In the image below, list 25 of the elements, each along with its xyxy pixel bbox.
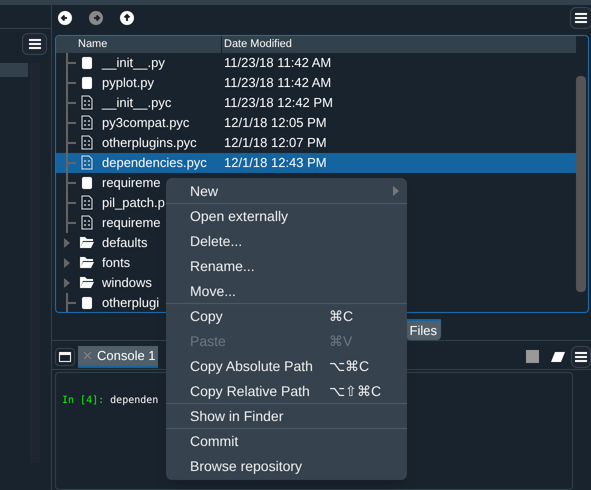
shortcut-label: ⌥⌘C [329, 357, 370, 376]
console-tab-label: Console 1 [97, 346, 156, 365]
shortcut-label: ⌘C [329, 307, 354, 326]
date-modified: 11/23/18 11:42 AM [223, 74, 332, 92]
file-name: otherplugins.pyc [102, 134, 197, 152]
file-name: fonts [102, 254, 130, 272]
console-input-text: dependen [110, 394, 158, 408]
file-name: py3compat.pyc [102, 114, 190, 132]
console-prompt: In [4]: [62, 394, 104, 408]
date-modified: 12/1/18 12:43 PM [223, 154, 327, 172]
file-name: otherplugi [102, 294, 160, 312]
file-name: defaults [102, 234, 148, 252]
file-name: pyplot.py [102, 74, 154, 92]
date-modified: 11/23/18 11:42 AM [223, 54, 332, 72]
file-name: dependencies.pyc [102, 154, 207, 172]
file-name: pil_patch.p [102, 194, 165, 212]
date-modified: 11/23/18 12:42 PM [223, 94, 333, 112]
date-modified: 12/1/18 12:05 PM [223, 114, 327, 132]
file-name: windows [102, 274, 152, 292]
file-name: __init__.pyc [102, 94, 172, 112]
file-name: requireme [102, 174, 161, 192]
shortcut-label: ⌥⇧⌘C [329, 382, 382, 400]
file-name: __init__.py [102, 54, 165, 72]
date-modified: 12/1/18 12:07 PM [223, 134, 327, 152]
file-name: requireme [102, 214, 161, 232]
